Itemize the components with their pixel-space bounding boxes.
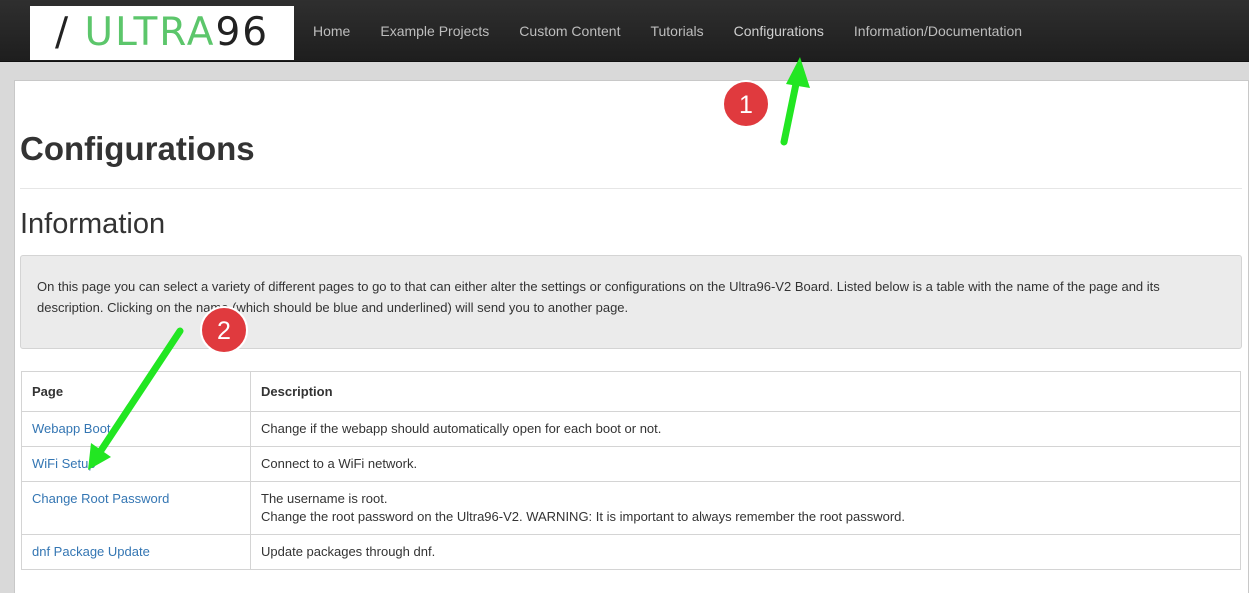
nav-custom-content[interactable]: Custom Content [504,23,635,39]
nav-home[interactable]: Home [298,23,365,39]
description-text: Connect to a WiFi network. [261,456,418,471]
description-cell: Change if the webapp should automaticall… [250,411,1241,447]
info-well: On this page you can select a variety of… [20,255,1242,349]
table-row: Webapp Boot Change if the webapp should … [21,411,1241,447]
page-title: Configurations [20,130,255,167]
description-cell: The username is root. Change the root pa… [250,481,1241,535]
description-text: Change the root password on the Ultra96-… [261,509,906,524]
logo-number: 96 [215,10,270,55]
link-webapp-boot[interactable]: Webapp Boot [32,421,111,436]
description-text: Change if the webapp should automaticall… [261,421,662,436]
table-header-row: Page Description [21,371,1241,412]
table-row: WiFi Setup Connect to a WiFi network. [21,446,1241,482]
link-dnf-package-update[interactable]: dnf Package Update [32,544,150,559]
table-row: Change Root Password The username is roo… [21,481,1241,535]
nav-information-documentation[interactable]: Information/Documentation [839,23,1037,39]
section-title: Information [20,208,166,240]
description-text: The username is root. [261,491,388,506]
info-text: On this page you can select a variety of… [37,279,1160,315]
logo-slash: / [55,10,71,55]
link-wifi-setup[interactable]: WiFi Setup [32,456,96,471]
header-page: Page [21,371,251,412]
title-divider [20,188,1242,189]
nav-configurations[interactable]: Configurations [719,23,839,39]
description-cell: Update packages through dnf. [250,534,1241,570]
page-cell: WiFi Setup [21,446,251,482]
link-change-root-password[interactable]: Change Root Password [32,491,169,506]
description-text: Update packages through dnf. [261,544,436,559]
header-description: Description [250,371,1241,412]
table-row: dnf Package Update Update packages throu… [21,534,1241,570]
page-cell: Webapp Boot [21,411,251,447]
main-content: Configurations Information On this page … [14,80,1249,593]
page-cell: Change Root Password [21,481,251,535]
logo-ultra: ULTRA [84,10,216,55]
ultra96-logo[interactable]: / ULTRA96 [30,6,294,60]
configurations-table: Page Description Webapp Boot Change if t… [21,371,1241,570]
nav-example-projects[interactable]: Example Projects [365,23,504,39]
nav-menu: Home Example Projects Custom Content Tut… [298,0,1037,61]
nav-tutorials[interactable]: Tutorials [635,23,718,39]
description-cell: Connect to a WiFi network. [250,446,1241,482]
page-cell: dnf Package Update [21,534,251,570]
logo-text: / ULTRA96 [55,10,269,56]
top-navbar: / ULTRA96 Home Example Projects Custom C… [0,0,1249,62]
